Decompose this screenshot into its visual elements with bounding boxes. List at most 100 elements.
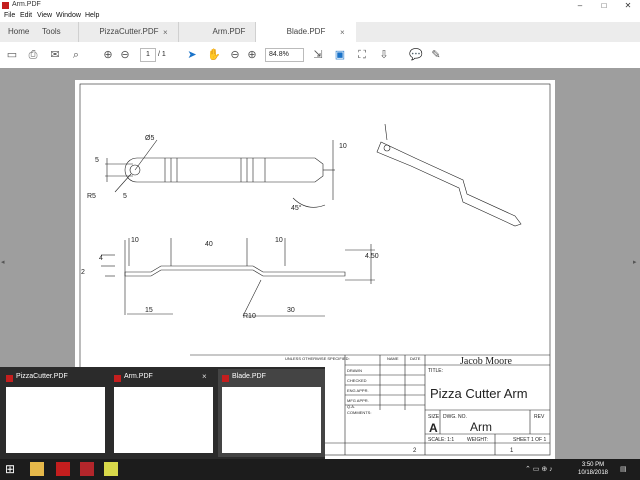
previous-page-icon[interactable]: ⊕ xyxy=(100,47,116,63)
dim-15: 15 xyxy=(145,307,153,314)
sign-pen-icon[interactable]: ✎ xyxy=(428,47,444,63)
sticky-notes-icon[interactable] xyxy=(104,462,118,476)
acrobat-icon xyxy=(222,375,229,382)
menu-window[interactable]: Window xyxy=(56,12,81,19)
tb-rev-label: REV xyxy=(534,414,545,420)
acrobat-icon xyxy=(6,375,13,382)
acrobat-app-icon xyxy=(2,2,9,9)
notifications-icon[interactable]: ▤ xyxy=(620,465,627,473)
tab-label: PizzaCutter.PDF xyxy=(99,27,159,36)
clock-date[interactable]: 10/18/2018 xyxy=(575,470,611,476)
tb-checked: CHECKED xyxy=(347,378,367,383)
maximize-icon[interactable]: □ xyxy=(592,0,616,11)
thumbnail-label: Arm.PDF xyxy=(124,373,153,380)
acrobat-taskbar-icon[interactable] xyxy=(56,462,70,476)
zoom-in-icon[interactable]: ⊕ xyxy=(244,47,260,63)
dim-5: 5 xyxy=(95,157,99,164)
tb-weight: WEIGHT: xyxy=(467,437,488,443)
left-pane-toggle-icon[interactable]: ◂ xyxy=(1,258,5,266)
thumbnail-preview-image xyxy=(114,387,213,453)
close-tab-icon[interactable]: × xyxy=(163,28,168,37)
clock-time[interactable]: 3:50 PM xyxy=(578,462,608,468)
tb-comments: COMMENTS: xyxy=(347,410,371,415)
minimize-icon[interactable]: – xyxy=(568,0,592,11)
email-icon[interactable]: ✉ xyxy=(47,47,63,63)
menu-view[interactable]: View xyxy=(37,12,52,19)
thumbnail-label: Blade.PDF xyxy=(232,373,266,380)
save-icon[interactable]: ▭ xyxy=(4,47,20,63)
menu-bar: File Edit View Window Help xyxy=(0,11,640,22)
hand-tool-icon[interactable]: ✋ xyxy=(206,47,222,63)
fit-page-icon[interactable]: ⇲ xyxy=(310,47,326,63)
title-bar: Arm.PDF – □ ✕ xyxy=(0,0,640,11)
tb-mfg-appr: MFG APPR. xyxy=(347,398,369,403)
thumbnail-pizzacutter[interactable]: PizzaCutter.PDF xyxy=(2,369,109,457)
close-window-icon[interactable]: ✕ xyxy=(616,0,640,11)
arm-front-view xyxy=(101,238,375,317)
tb-size: A xyxy=(429,421,438,435)
tab-label: Arm.PDF xyxy=(212,27,246,36)
tb-qa: Q.A. xyxy=(347,404,355,409)
zone-1: 1 xyxy=(510,448,514,454)
tab-label: Blade.PDF xyxy=(286,27,326,36)
menu-edit[interactable]: Edit xyxy=(20,12,32,19)
thumbnail-blade[interactable]: Blade.PDF xyxy=(218,369,325,457)
dim-30: 30 xyxy=(287,307,295,314)
system-tray-icons[interactable]: ⌃ ▭ ⊕ ♪ xyxy=(525,465,553,473)
tb-title-label: TITLE: xyxy=(428,368,443,374)
tab-bar: Home Tools PizzaCutter.PDF × Arm.PDF × B… xyxy=(0,22,640,43)
next-page-icon[interactable]: ⊖ xyxy=(117,47,133,63)
tb-size-label: SIZE xyxy=(428,414,440,420)
acrobat-icon xyxy=(114,375,121,382)
dim-r5: R5 xyxy=(87,193,96,200)
close-tab-icon[interactable]: × xyxy=(340,28,345,37)
tb-eng-appr: ENG APPR. xyxy=(347,388,369,393)
scroll-mode-icon[interactable]: ▣ xyxy=(332,47,348,63)
taskbar-thumbnail-previews: PizzaCutter.PDF Arm.PDF × Blade.PDF xyxy=(0,367,325,459)
dim-40: 40 xyxy=(205,241,213,248)
zone-2: 2 xyxy=(413,448,417,454)
tab-home[interactable]: Home xyxy=(8,22,29,42)
tb-dwg-label: DWG. NO. xyxy=(443,414,467,420)
tb-name: NAME xyxy=(387,356,399,361)
full-screen-icon[interactable]: ⛶ xyxy=(354,47,370,63)
toolbar: ▭ ⎙ ✉ ⌕ ⊕ ⊖ 1 / 1 ➤ ✋ ⊖ ⊕ 84.8% ⇲ ▣ ⛶ ⇩ … xyxy=(0,42,640,69)
dim-5b: 5 xyxy=(123,193,127,200)
download-icon[interactable]: ⇩ xyxy=(376,47,392,63)
menu-help[interactable]: Help xyxy=(85,12,99,19)
zoom-level-select[interactable]: 84.8% xyxy=(265,48,304,62)
dim-r10: R10 xyxy=(243,313,256,320)
tb-date: DATE xyxy=(410,356,421,361)
dim-10b: 10 xyxy=(275,237,283,244)
arm-top-view xyxy=(105,139,335,208)
close-thumbnail-icon[interactable]: × xyxy=(202,372,207,381)
tb-scale: SCALE: 1:1 xyxy=(428,437,454,443)
tb-sheet: SHEET 1 OF 1 xyxy=(513,437,546,443)
thumbnail-preview-image xyxy=(6,387,105,453)
solidworks-taskbar-icon[interactable] xyxy=(80,462,94,476)
tb-title: Pizza Cutter Arm xyxy=(430,386,528,401)
dim-450: 4.50 xyxy=(365,253,379,260)
tb-unless: UNLESS OTHERWISE SPECIFIED: xyxy=(285,356,350,361)
start-windows-icon[interactable]: ⊞ xyxy=(5,462,19,476)
comment-icon[interactable]: 💬 xyxy=(408,47,424,63)
zoom-out-icon[interactable]: ⊖ xyxy=(227,47,243,63)
thumbnail-label: PizzaCutter.PDF xyxy=(16,373,68,380)
arm-isometric-view xyxy=(376,123,522,227)
menu-file[interactable]: File xyxy=(4,12,15,19)
taskbar: ⊞ ⌃ ▭ ⊕ ♪ 3:50 PM 10/18/2018 ▤ xyxy=(0,459,640,480)
search-icon[interactable]: ⌕ xyxy=(68,47,84,63)
window-title: Arm.PDF xyxy=(12,1,41,8)
right-pane-toggle-icon[interactable]: ▸ xyxy=(633,258,637,266)
select-cursor-icon[interactable]: ➤ xyxy=(184,47,200,63)
page-number-input[interactable]: 1 xyxy=(140,48,156,62)
page-total: / 1 xyxy=(158,51,166,58)
dim-dia5: Ø5 xyxy=(145,135,154,142)
thumbnail-arm[interactable]: Arm.PDF × xyxy=(110,369,217,457)
print-icon[interactable]: ⎙ xyxy=(25,47,41,63)
tb-dwg-no: Arm xyxy=(470,420,492,434)
tb-author: Jacob Moore xyxy=(460,356,512,367)
tab-tools[interactable]: Tools xyxy=(42,22,61,42)
file-explorer-icon[interactable] xyxy=(30,462,44,476)
tb-drawn: DRAWN xyxy=(347,368,362,373)
